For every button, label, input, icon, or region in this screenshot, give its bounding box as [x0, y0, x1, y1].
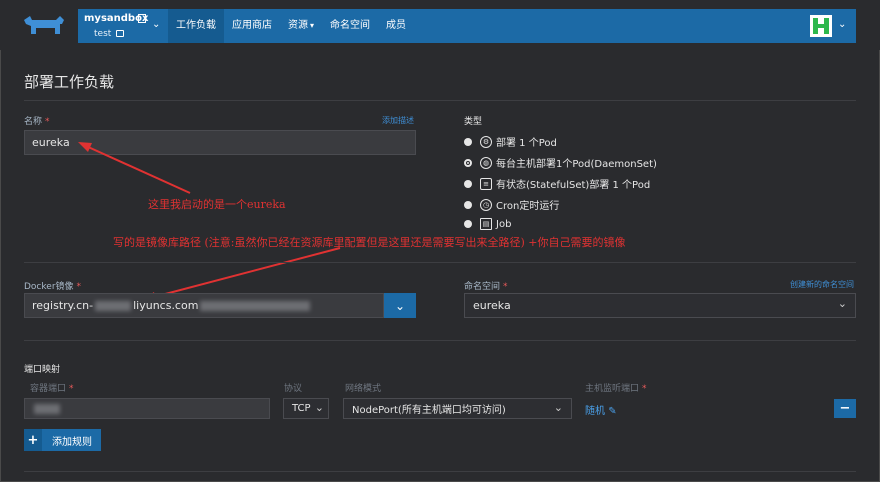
namespace-select[interactable]: eureka ⌄ — [464, 293, 856, 318]
pencil-icon[interactable]: ✎ — [608, 406, 616, 417]
chevron-down-icon: ⌄ — [837, 297, 847, 310]
network-mode-label: 网络模式 — [345, 384, 382, 394]
add-rule-button[interactable]: + 添加规则 — [24, 429, 101, 451]
protocol-label: 协议 — [284, 384, 303, 394]
chevron-down-icon: ⌄ — [394, 298, 406, 313]
redacted-text — [200, 300, 311, 311]
namespace-label: 命名空间 * — [464, 282, 508, 292]
container-port-input[interactable] — [24, 398, 270, 419]
create-namespace-link[interactable]: 创建新的命名空间 — [790, 279, 854, 290]
docker-image-text: liyuncs.com — [133, 299, 199, 312]
plus-icon: + — [24, 429, 42, 451]
annotation-name-note: 这里我启动的是一个eureka — [148, 198, 286, 211]
host-port-random[interactable]: 随机 ✎ — [585, 402, 617, 417]
annotation-image-note: 写的是镜像库路径 (注意:虽然你已经在资源库里配置但是这里还是需要写出来全路径)… — [113, 236, 626, 249]
divider — [24, 471, 856, 472]
protocol-select[interactable]: TCP ⌄ — [283, 398, 329, 419]
namespace-value: eureka — [473, 299, 511, 312]
divider — [24, 262, 856, 263]
redacted-text — [95, 300, 132, 311]
network-mode-select[interactable]: NodePort(所有主机端口均可访问) ⌄ — [343, 398, 572, 419]
docker-image-label: Docker镜像 * — [24, 282, 82, 292]
protocol-value: TCP — [292, 403, 311, 414]
redacted-text — [34, 403, 60, 414]
container-port-label: 容器端口 * — [30, 384, 74, 394]
remove-port-button[interactable]: − — [834, 399, 856, 418]
network-mode-value: NodePort(所有主机端口均可访问) — [352, 405, 506, 416]
host-port-label: 主机监听端口 * — [585, 384, 647, 394]
port-mapping-label: 端口映射 — [24, 365, 61, 375]
chevron-down-icon: ⌄ — [553, 401, 563, 414]
divider — [24, 340, 856, 341]
host-port-value: 随机 — [585, 406, 605, 417]
image-dropdown-button[interactable]: ⌄ — [384, 293, 416, 318]
docker-image-input[interactable]: registry.cn- liyuncs.com — [24, 293, 384, 318]
add-rule-label: 添加规则 — [52, 436, 92, 448]
docker-image-text: registry.cn- — [32, 299, 94, 312]
chevron-down-icon: ⌄ — [314, 401, 324, 414]
